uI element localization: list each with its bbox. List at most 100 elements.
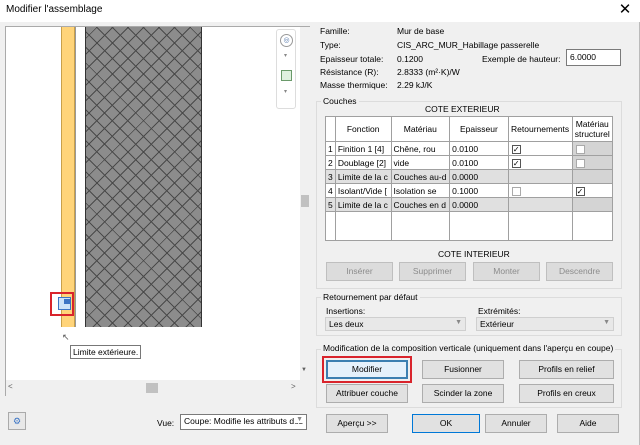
function-header: Fonction <box>334 116 392 142</box>
close-button[interactable]: ✕ <box>610 0 640 22</box>
layers-group-label: Couches <box>321 96 359 106</box>
layer-function-cell[interactable]: Finition 1 [4] <box>334 141 392 156</box>
layer-wraps-cell[interactable]: ✓ <box>507 155 573 170</box>
steering-wheel-icon[interactable]: ◎ <box>280 34 293 47</box>
chevron-down-icon: ▼ <box>294 416 303 423</box>
row-number: 4 <box>325 183 336 198</box>
ok-button[interactable]: OK <box>412 414 480 433</box>
table-row[interactable]: 1 Finition 1 [4] Chêne, rou 0.0100 ✓ <box>325 141 614 156</box>
type-value: CIS_ARC_MUR_Habillage passerelle <box>397 40 540 50</box>
highlight-box-modify <box>322 356 412 383</box>
layer-thickness-cell[interactable]: 0.0100 <box>449 141 509 156</box>
family-label: Famille: <box>320 26 350 36</box>
exterior-side-label: COTE EXTERIEUR <box>425 104 500 114</box>
layer-material-cell[interactable]: Chêne, rou <box>390 141 451 156</box>
layer-material-cell: Couches en d <box>390 197 451 212</box>
layer-structural-cell <box>571 141 614 156</box>
layer-structural-cell <box>571 155 614 170</box>
layers-table: Fonction Matériau Epaisseur Retournement… <box>325 116 614 241</box>
structural-checkbox <box>575 158 585 168</box>
layer-structural-cell <box>571 169 614 184</box>
merge-button[interactable]: Fusionner <box>422 360 504 379</box>
table-row[interactable]: 2 Doublage [2] vide 0.0100 ✓ <box>325 155 614 170</box>
layer-function-cell: Limite de la c <box>334 197 392 212</box>
scroll-down-icon[interactable]: ▼ <box>301 367 307 373</box>
scroll-left-icon[interactable]: < <box>8 382 13 391</box>
zoom-region-icon[interactable] <box>281 70 292 81</box>
wraps-checkbox[interactable]: ✓ <box>511 158 521 168</box>
edit-assembly-dialog: Modifier l'assemblage ✕ ◎ ▾ ▾ ↖ Limite e… <box>0 0 640 445</box>
vertical-scroll-thumb[interactable] <box>301 195 309 207</box>
view-select-value: Coupe: Modifie les attributs des <box>184 416 304 426</box>
layer-function-cell[interactable]: Isolant/Vide [ <box>334 183 392 198</box>
cancel-button[interactable]: Annuler <box>485 414 547 433</box>
vertical-structure-group-label: Modification de la composition verticale… <box>321 343 616 353</box>
layer-thickness-cell: 0.0000 <box>449 169 509 184</box>
scroll-right-icon[interactable]: > <box>291 382 296 391</box>
layer-structural-cell <box>571 197 614 212</box>
assign-layer-button[interactable]: Attribuer couche <box>326 384 408 403</box>
horizontal-scroll-thumb[interactable] <box>146 383 158 393</box>
mouse-cursor-icon: ↖ <box>62 332 70 342</box>
insert-button[interactable]: Insérer <box>326 262 393 281</box>
layer-wraps-cell[interactable]: ✓ <box>507 141 573 156</box>
wraps-header: Retournements <box>507 116 573 142</box>
family-value: Mur de base <box>397 26 445 36</box>
preview-pane[interactable]: ◎ ▾ ▾ ↖ Limite extérieure. ▼ < > <box>5 26 310 396</box>
sample-height-label: Exemple de hauteur: <box>482 54 561 64</box>
layer-wraps-cell <box>507 197 573 212</box>
layer-thickness-cell[interactable]: 0.0100 <box>449 155 509 170</box>
layer-thickness-cell: 0.0000 <box>449 197 509 212</box>
highlight-box-edge <box>50 292 74 316</box>
table-row[interactable]: 4 Isolant/Vide [ Isolation se 0.1000 ✓ <box>325 183 614 198</box>
thickness-value: 0.1200 <box>397 54 423 64</box>
row-number-header <box>325 116 336 142</box>
wraps-checkbox[interactable] <box>511 186 521 196</box>
structural-checkbox[interactable]: ✓ <box>575 186 585 196</box>
layers-header-row: Fonction Matériau Epaisseur Retournement… <box>325 116 614 142</box>
ends-value: Extérieur <box>480 319 515 329</box>
move-down-button[interactable]: Descendre <box>546 262 613 281</box>
structural-checkbox <box>575 144 585 154</box>
structural-material-header: Matériau structurel <box>571 116 614 142</box>
table-row[interactable]: 3 Limite de la c Couches au-d 0.0000 <box>325 169 614 184</box>
preview-settings-icon[interactable]: ⚙ <box>8 412 26 430</box>
layer-material-cell[interactable]: Isolation se <box>390 183 451 198</box>
sample-height-input[interactable]: 6.0000 <box>566 49 621 66</box>
insertions-select[interactable]: Les deux ▼ <box>325 317 466 331</box>
layer-wraps-cell[interactable] <box>507 183 573 198</box>
zoom-dropdown-icon[interactable]: ▾ <box>284 88 287 95</box>
layer-structural-cell[interactable]: ✓ <box>571 183 614 198</box>
wraps-checkbox[interactable]: ✓ <box>511 144 521 154</box>
thickness-label: Epaisseur totale: <box>320 54 384 64</box>
layer-boundary-line <box>75 27 76 327</box>
interior-side-label: COTE INTERIEUR <box>438 249 510 259</box>
sweeps-button[interactable]: Profils en relief <box>519 360 614 379</box>
reveals-button[interactable]: Profils en creux <box>519 384 614 403</box>
finish-layer-graphic <box>61 27 75 327</box>
title-bar: Modifier l'assemblage ✕ <box>0 0 640 22</box>
table-row[interactable]: 5 Limite de la c Couches en d 0.0000 <box>325 197 614 212</box>
edge-tooltip: Limite extérieure. <box>70 345 142 359</box>
wheel-dropdown-icon[interactable]: ▾ <box>284 52 287 59</box>
view-select[interactable]: Coupe: Modifie les attributs des ▼ <box>180 414 307 430</box>
move-up-button[interactable]: Monter <box>473 262 540 281</box>
wrapping-group-label: Retournement par défaut <box>321 292 420 302</box>
ends-select[interactable]: Extérieur ▼ <box>476 317 614 331</box>
row-number: 5 <box>325 197 336 212</box>
delete-button[interactable]: Supprimer <box>399 262 466 281</box>
help-button[interactable]: Aide <box>557 414 619 433</box>
layer-material-cell: Couches au-d <box>390 169 451 184</box>
material-header: Matériau <box>390 116 451 142</box>
chevron-down-icon: ▼ <box>603 319 610 326</box>
vertical-scrollbar[interactable]: ▼ <box>300 27 310 380</box>
thermal-mass-value: 2.29 kJ/K <box>397 80 433 90</box>
layer-function-cell[interactable]: Doublage [2] <box>334 155 392 170</box>
horizontal-scrollbar[interactable]: < > <box>6 380 310 396</box>
insertions-label: Insertions: <box>326 306 366 316</box>
preview-button[interactable]: Aperçu >> <box>326 414 388 433</box>
thickness-header: Epaisseur <box>449 116 509 142</box>
split-region-button[interactable]: Scinder la zone <box>422 384 504 403</box>
layer-material-cell[interactable]: vide <box>390 155 451 170</box>
layer-thickness-cell[interactable]: 0.1000 <box>449 183 509 198</box>
